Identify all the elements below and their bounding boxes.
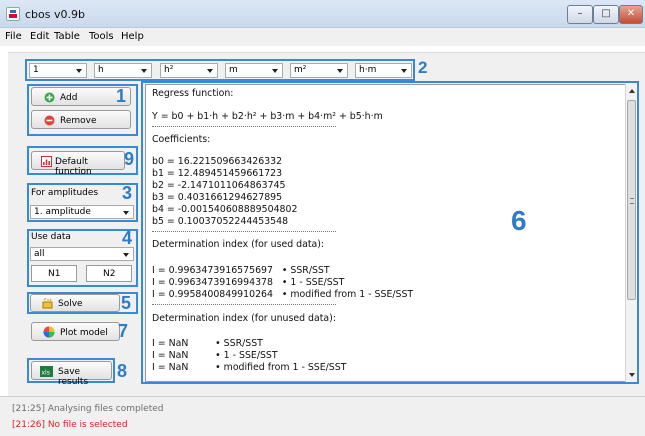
scroll-thumb[interactable] bbox=[627, 100, 636, 300]
close-button[interactable]: ✕ bbox=[619, 5, 643, 24]
regressor-value-1: 1 bbox=[33, 65, 39, 75]
chart-icon bbox=[41, 156, 52, 167]
menu-table[interactable]: Table bbox=[54, 31, 80, 42]
svg-text:xls: xls bbox=[42, 370, 50, 377]
amplitude-value: 1. amplitude bbox=[34, 207, 91, 217]
annotation-9: 9 bbox=[124, 149, 135, 169]
grip-icon bbox=[630, 198, 634, 204]
n1-label: N1 bbox=[48, 269, 61, 279]
regress-title: Regress function: bbox=[152, 88, 234, 99]
annotation-1: 1 bbox=[116, 86, 127, 106]
excel-icon: xls bbox=[40, 366, 53, 377]
sparkle-icon bbox=[42, 298, 53, 309]
regressor-combo-4[interactable]: m bbox=[225, 63, 283, 78]
chevron-down-icon bbox=[141, 69, 147, 73]
plot-model-label: Plot model bbox=[60, 328, 108, 338]
regress-function: Y = b0 + b1·h + b2·h² + b3·m + b4·m² + b… bbox=[152, 111, 383, 122]
use-data-select[interactable]: all bbox=[30, 247, 134, 261]
regressor-value-4: m bbox=[229, 65, 238, 75]
menu-edit[interactable]: Edit bbox=[30, 31, 49, 42]
coefficient-line: b1 = 12.489451459661723 bbox=[152, 168, 283, 179]
unused-index-line: I = NaN • SSR/SST bbox=[152, 338, 263, 349]
menu-tools[interactable]: Tools bbox=[89, 31, 114, 42]
regressor-value-5: m² bbox=[294, 65, 307, 75]
solve-label: Solve bbox=[58, 299, 83, 309]
use-data-label: Use data bbox=[31, 232, 71, 242]
add-label: Add bbox=[60, 93, 78, 103]
separator bbox=[152, 304, 336, 305]
maximize-button[interactable]: □ bbox=[593, 5, 619, 24]
amplitude-select[interactable]: 1. amplitude bbox=[30, 205, 134, 219]
unused-title: Determination index (for unused data): bbox=[152, 313, 336, 324]
regressor-combo-2[interactable]: h bbox=[94, 63, 152, 78]
results-textarea[interactable]: Regress function: Y = b0 + b1·h + b2·h² … bbox=[145, 84, 637, 382]
used-title: Determination index (for used data): bbox=[152, 239, 325, 250]
regressor-combo-5[interactable]: m² bbox=[290, 63, 348, 78]
coefficient-line: b2 = -2.1471011064863745 bbox=[152, 180, 286, 191]
solve-button[interactable]: Solve bbox=[30, 294, 120, 312]
regressor-value-2: h bbox=[98, 65, 104, 75]
annotation-5: 5 bbox=[121, 293, 132, 313]
default-function-button[interactable]: Default function bbox=[31, 151, 125, 177]
save-results-button[interactable]: xls Save results bbox=[31, 361, 112, 387]
regressor-combo-6[interactable]: h·m bbox=[355, 63, 412, 78]
log-line-2: [21:26] No file is selected bbox=[12, 420, 128, 430]
coefficients-title: Coefficients: bbox=[152, 134, 211, 145]
color-wheel-icon bbox=[43, 326, 55, 338]
coefficient-line: b5 = 0.10037052244453548 bbox=[152, 216, 289, 227]
annotation-3: 3 bbox=[122, 183, 133, 203]
menu-bar: File Edit Table Tools Help bbox=[0, 28, 645, 46]
save-results-label: Save results bbox=[58, 367, 89, 387]
menu-file[interactable]: File bbox=[5, 31, 22, 42]
chevron-down-icon bbox=[76, 69, 82, 73]
annotation-8: 8 bbox=[117, 361, 128, 381]
annotation-7: 7 bbox=[118, 321, 129, 341]
used-index-line: I = 0.9963473916994378 • 1 - SSE/SST bbox=[152, 277, 345, 288]
chevron-down-icon bbox=[272, 69, 278, 73]
coefficient-line: b4 = -0.001540608889504802 bbox=[152, 204, 298, 215]
remove-label: Remove bbox=[60, 116, 97, 126]
chevron-down-icon bbox=[123, 253, 129, 257]
regressor-combo-3[interactable]: h² bbox=[160, 63, 218, 78]
default-function-label: Default function bbox=[55, 157, 92, 177]
chevron-down-icon bbox=[207, 69, 213, 73]
unused-index-line: I = NaN • modified from 1 - SSE/SST bbox=[152, 362, 347, 373]
minimize-button[interactable]: – bbox=[567, 5, 593, 24]
annotation-4: 4 bbox=[122, 228, 133, 248]
regressor-combo-1[interactable]: 1 bbox=[29, 63, 87, 78]
annotation-2: 2 bbox=[418, 58, 428, 77]
separator bbox=[152, 231, 336, 232]
plot-model-button[interactable]: Plot model bbox=[31, 322, 120, 341]
n2-label: N2 bbox=[103, 269, 116, 279]
results-scrollbar[interactable] bbox=[625, 84, 637, 382]
chevron-down-icon bbox=[337, 69, 343, 73]
used-index-line: I = 0.9963473916575697 • SSR/SST bbox=[152, 265, 330, 276]
annotation-6: 6 bbox=[511, 205, 527, 236]
coefficient-line: b3 = 0.4031661294627895 bbox=[152, 192, 283, 203]
window-title: cbos v0.9b bbox=[25, 8, 85, 21]
chevron-down-icon bbox=[123, 211, 129, 215]
log-line-1: [21:25] Analysing files completed bbox=[12, 404, 164, 414]
title-bar: cbos v0.9b – □ ✕ bbox=[0, 0, 645, 28]
n1-button[interactable]: N1 bbox=[31, 265, 77, 282]
regressor-value-6: h·m bbox=[359, 65, 377, 75]
unused-index-line: I = NaN • 1 - SSE/SST bbox=[152, 350, 278, 361]
remove-button[interactable]: Remove bbox=[31, 110, 131, 129]
scroll-down-icon[interactable] bbox=[629, 373, 635, 377]
minus-circle-icon bbox=[44, 115, 55, 126]
used-index-line: I = 0.9958400849910264 • modified from 1… bbox=[152, 289, 414, 300]
chevron-down-icon bbox=[401, 69, 407, 73]
n2-button[interactable]: N2 bbox=[86, 265, 132, 282]
use-data-value: all bbox=[34, 249, 45, 259]
coefficient-line: b0 = 16.221509663426332 bbox=[152, 156, 283, 167]
regressor-value-3: h² bbox=[164, 65, 174, 75]
amplitudes-label: For amplitudes bbox=[31, 188, 99, 198]
separator bbox=[152, 126, 336, 127]
menu-help[interactable]: Help bbox=[121, 31, 144, 42]
app-icon bbox=[6, 7, 20, 21]
log-panel: [21:25] Analysing files completed [21:26… bbox=[0, 396, 645, 436]
scroll-up-icon[interactable] bbox=[629, 89, 635, 93]
plus-circle-icon bbox=[44, 92, 55, 103]
